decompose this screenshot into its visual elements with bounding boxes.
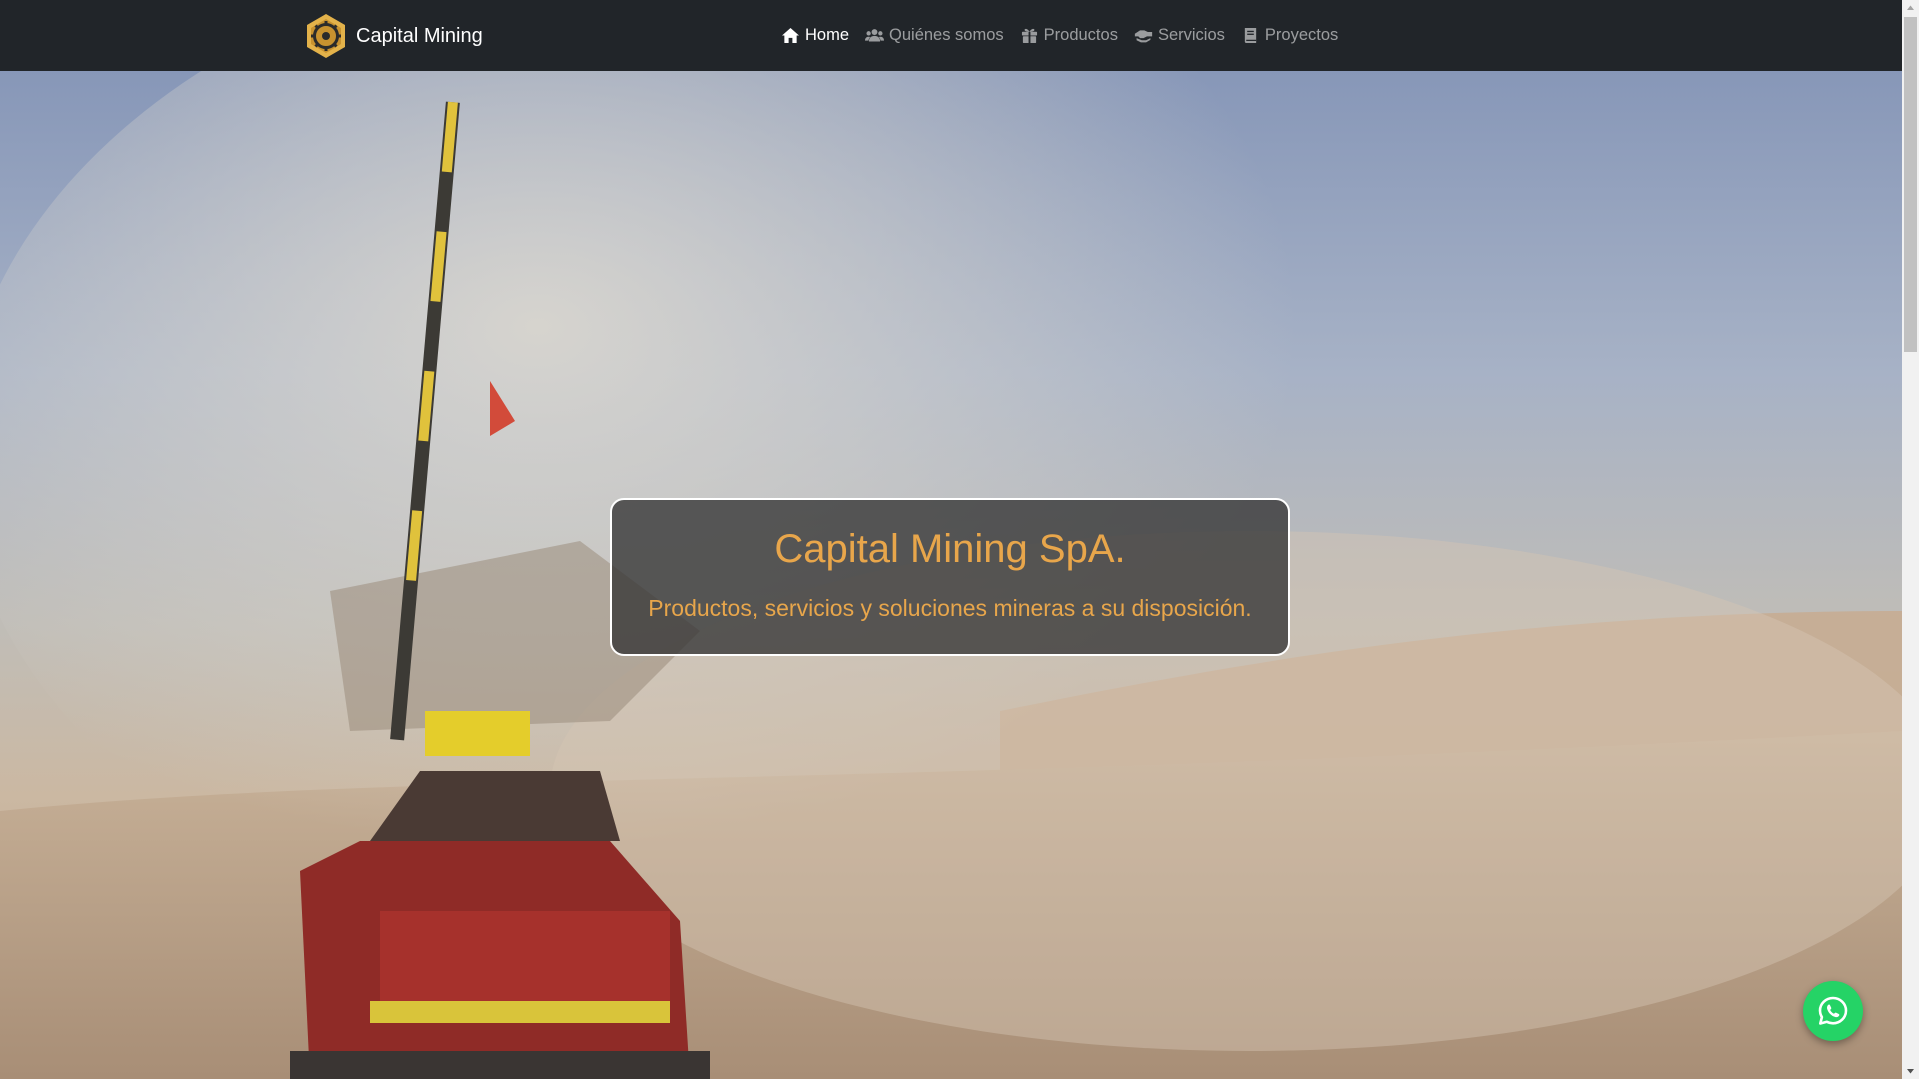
nav-proyectos[interactable]: Proyectos: [1241, 26, 1338, 45]
whatsapp-button[interactable]: [1803, 981, 1863, 1041]
gear-hexagon-logo-icon: [307, 14, 345, 58]
home-icon: [782, 27, 799, 44]
scroll-down-arrow[interactable]: [1902, 1062, 1919, 1079]
brand-link[interactable]: Capital Mining: [302, 12, 483, 60]
nav-servicios[interactable]: Servicios: [1134, 26, 1225, 45]
book-icon: [1244, 27, 1257, 44]
nav-servicios-label: Servicios: [1157, 26, 1225, 44]
scroll-thumb[interactable]: [1904, 17, 1917, 352]
main-nav: Home Quiénes somos Productos Servicios P…: [781, 0, 1338, 71]
chevron-up-icon: [1907, 5, 1914, 10]
nav-home-label: Home: [805, 26, 850, 44]
hero-title: Capital Mining SpA.: [774, 527, 1126, 571]
scroll-up-arrow[interactable]: [1902, 0, 1919, 17]
nav-quienes-somos[interactable]: Quiénes somos: [865, 26, 1004, 45]
page-scrollbar[interactable]: [1902, 0, 1919, 1079]
gift-icon: [1021, 28, 1037, 44]
brand-name: Capital Mining: [356, 24, 483, 47]
users-icon: [865, 29, 885, 42]
hero-subtitle: Productos, servicios y soluciones minera…: [648, 595, 1252, 621]
nav-home[interactable]: Home: [781, 26, 849, 45]
nav-proyectos-label: Proyectos: [1264, 26, 1339, 44]
top-navbar: Capital Mining Home Quiénes somos Produc…: [0, 0, 1902, 71]
nav-quienes-somos-label: Quiénes somos: [889, 26, 1004, 44]
hero-section: Capital Mining SpA. Productos, servicios…: [0, 71, 1902, 1079]
whatsapp-icon: [1818, 996, 1848, 1025]
nav-productos[interactable]: Productos: [1020, 26, 1118, 45]
handshake-icon: [1134, 30, 1153, 43]
nav-productos-label: Productos: [1043, 26, 1118, 44]
hero-card: Capital Mining SpA. Productos, servicios…: [610, 498, 1290, 656]
chevron-down-icon: [1907, 1069, 1914, 1074]
